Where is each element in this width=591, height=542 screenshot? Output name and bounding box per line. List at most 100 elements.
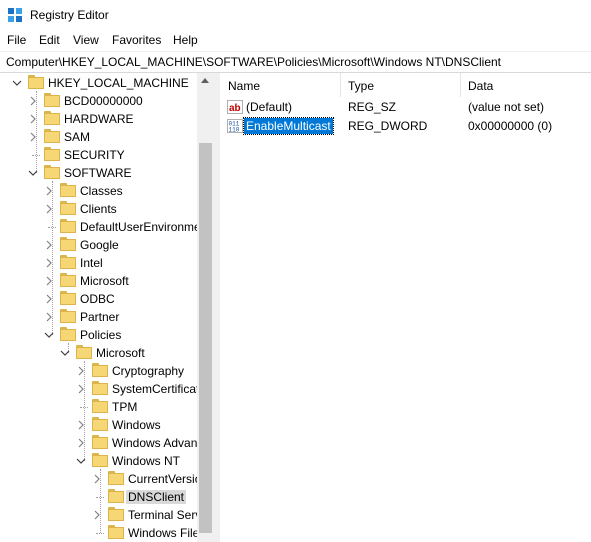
chevron-right-icon[interactable] (76, 438, 86, 448)
address-bar[interactable]: Computer\HKEY_LOCAL_MACHINE\SOFTWARE\Pol… (0, 51, 591, 73)
tree-node-tpm[interactable]: TPM (0, 398, 197, 416)
chevron-right-icon[interactable] (44, 186, 54, 196)
chevron-down-icon[interactable] (28, 168, 38, 178)
folder-icon (92, 453, 108, 467)
window-title: Registry Editor (30, 8, 109, 22)
folder-icon (60, 255, 76, 269)
tree-node-cryptography[interactable]: Cryptography (0, 362, 197, 380)
tree-node-odbc[interactable]: ODBC (0, 290, 197, 308)
chevron-right-icon[interactable] (28, 96, 38, 106)
menu-view[interactable]: View (71, 33, 101, 47)
scroll-up-arrow-icon[interactable] (201, 78, 209, 83)
chevron-right-icon[interactable] (92, 474, 102, 484)
folder-icon (60, 309, 76, 323)
tree-node-sam[interactable]: SAM (0, 128, 197, 146)
tree-node-label: Windows File (128, 526, 200, 540)
folder-icon (28, 75, 44, 89)
tree-node-partner[interactable]: Partner (0, 308, 197, 326)
tree-node-windows-advanc[interactable]: Windows Advanc (0, 434, 203, 452)
chevron-right-icon[interactable] (44, 258, 54, 268)
tree-scrollbar[interactable] (197, 73, 214, 542)
tree-node-policies[interactable]: Policies (0, 326, 197, 344)
tree-node-currentversion[interactable]: CurrentVersion (0, 470, 208, 488)
value-row-enablemulticast[interactable]: 011 110 EnableMulticast REG_DWORD 0x0000… (220, 117, 591, 135)
value-type: REG_SZ (348, 100, 397, 114)
chevron-right-icon[interactable] (76, 420, 86, 430)
chevron-right-icon[interactable] (44, 312, 54, 322)
folder-icon (108, 525, 124, 539)
tree-node-label: BCD00000000 (64, 94, 143, 108)
folder-icon (92, 417, 108, 431)
tree-node-label: HKEY_LOCAL_MACHINE (48, 76, 189, 90)
chevron-right-icon[interactable] (44, 204, 54, 214)
tree-guide-line (48, 227, 56, 228)
tree-node-security[interactable]: SECURITY (0, 146, 197, 164)
menu-favorites[interactable]: Favorites (110, 33, 163, 47)
scroll-thumb[interactable] (199, 143, 212, 533)
chevron-right-icon[interactable] (76, 384, 86, 394)
tree-node-microsoft[interactable]: Microsoft (0, 344, 197, 362)
menu-file[interactable]: File (5, 33, 28, 47)
tree-node-hkey-local-machine[interactable]: HKEY_LOCAL_MACHINE (0, 74, 197, 92)
chevron-right-icon[interactable] (76, 366, 86, 376)
values-pane[interactable]: Name Type Data ab (Default) REG_SZ (valu… (220, 73, 591, 542)
tree-node-hardware[interactable]: HARDWARE (0, 110, 197, 128)
folder-icon (92, 381, 108, 395)
chevron-down-icon[interactable] (60, 348, 70, 358)
value-name: EnableMulticast (243, 117, 334, 135)
value-row-default[interactable]: ab (Default) REG_SZ (value not set) (220, 98, 591, 116)
menu-edit[interactable]: Edit (37, 33, 62, 47)
chevron-right-icon[interactable] (44, 276, 54, 286)
tree-node-label: Policies (80, 328, 122, 342)
value-data: 0x00000000 (0) (468, 119, 553, 133)
chevron-right-icon[interactable] (44, 240, 54, 250)
folder-icon (108, 471, 124, 485)
tree-node-label: Windows Advanc (112, 436, 204, 450)
column-header-data-label: Data (468, 79, 494, 93)
tree-node-label: Cryptography (112, 364, 185, 378)
folder-icon (108, 489, 124, 503)
tree-node-dnsclient[interactable]: DNSClient (0, 488, 197, 506)
tree-node-google[interactable]: Google (0, 236, 197, 254)
tree-node-windows-file[interactable]: Windows File (0, 524, 200, 542)
chevron-down-icon[interactable] (44, 330, 54, 340)
tree-pane[interactable]: HKEY_LOCAL_MACHINE BCD00000000 HARDWARE SAM… (0, 73, 213, 542)
tree-node-terminal-servi[interactable]: Terminal Servi (0, 506, 204, 524)
registry-editor-window: Registry Editor File Edit View Favorites… (0, 0, 591, 542)
chevron-right-icon[interactable] (44, 294, 54, 304)
chevron-right-icon[interactable] (92, 510, 102, 520)
tree-node-label: Classes (80, 184, 123, 198)
tree-node-classes[interactable]: Classes (0, 182, 197, 200)
tree-node-software[interactable]: SOFTWARE (0, 164, 197, 182)
tree-node-systemcertificate[interactable]: SystemCertificate (0, 380, 206, 398)
tree-node-label: HARDWARE (64, 112, 134, 126)
tree-node-label: TPM (112, 400, 138, 414)
folder-icon (60, 291, 76, 305)
chevron-right-icon[interactable] (28, 132, 38, 142)
tree-node-defaultuserenvironmen[interactable]: DefaultUserEnvironmen (0, 218, 207, 236)
chevron-down-icon[interactable] (12, 78, 22, 88)
tree-node-intel[interactable]: Intel (0, 254, 197, 272)
folder-icon (60, 327, 76, 341)
folder-icon (60, 183, 76, 197)
folder-icon (44, 111, 60, 125)
menu-bar: File Edit View Favorites Help (0, 30, 591, 51)
column-header-data[interactable]: Data (460, 73, 591, 97)
column-header-name-label: Name (228, 79, 261, 93)
folder-icon (60, 273, 76, 287)
tree-node-windows[interactable]: Windows (0, 416, 197, 434)
folder-icon (92, 435, 108, 449)
tree-node-clients[interactable]: Clients (0, 200, 197, 218)
address-path[interactable]: Computer\HKEY_LOCAL_MACHINE\SOFTWARE\Pol… (6, 55, 501, 69)
tree-node-windows-nt[interactable]: Windows NT (0, 452, 197, 470)
folder-icon (60, 219, 76, 233)
tree-node-label: Terminal Servi (128, 508, 205, 522)
column-header-type[interactable]: Type (340, 73, 460, 97)
chevron-down-icon[interactable] (76, 456, 86, 466)
chevron-right-icon[interactable] (28, 114, 38, 124)
column-header-name[interactable]: Name (220, 73, 340, 97)
menu-help[interactable]: Help (171, 33, 200, 47)
tree-node-microsoft[interactable]: Microsoft (0, 272, 197, 290)
tree-node-label: Intel (80, 256, 103, 270)
tree-node-bcd00000000[interactable]: BCD00000000 (0, 92, 197, 110)
